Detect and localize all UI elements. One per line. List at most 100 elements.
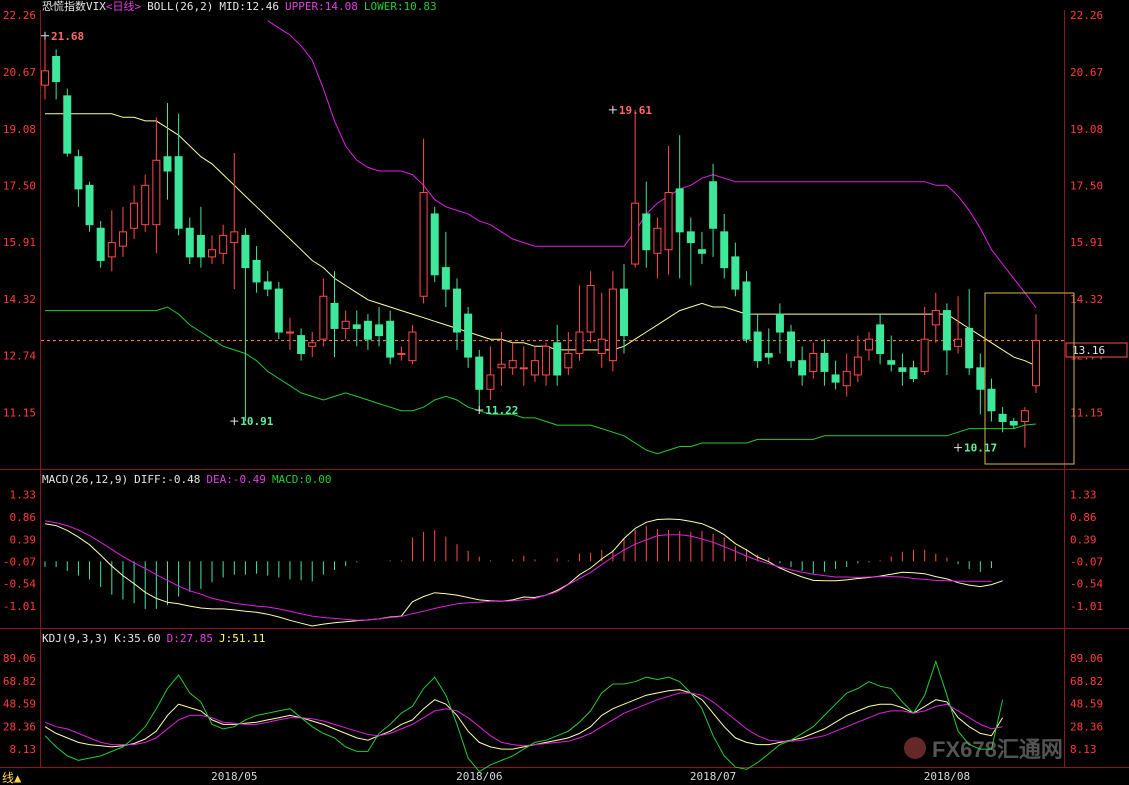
candle: [74, 149, 83, 207]
candle: [452, 278, 461, 350]
candle: [152, 117, 161, 254]
bottom-left-label[interactable]: 线▲: [2, 771, 22, 785]
macd-tick-left: 0.39: [10, 533, 37, 546]
candle-body: [909, 367, 918, 380]
candle-body: [152, 159, 161, 226]
candle: [809, 342, 818, 379]
price-axis-ticks: 22.26 22.26 20.67 20.67 19.08 19.08 17.50 17.50…: [3, 9, 1104, 420]
kdj-j-line: [44, 659, 1004, 773]
macd-tick-right: -0.07: [1070, 555, 1103, 568]
candle-body: [63, 95, 72, 154]
candle-body: [285, 331, 294, 334]
date-label: 2018/08: [924, 770, 970, 783]
candle-body: [1032, 340, 1040, 387]
macd-tick-left: 1.33: [10, 489, 37, 502]
candle: [720, 213, 729, 279]
candle-body: [764, 352, 773, 358]
candle: [853, 335, 862, 383]
date-label: 2018/05: [211, 770, 257, 783]
candle-body: [664, 191, 673, 251]
price-tick-left: 22.26: [3, 9, 36, 22]
price-tick-left: 15.91: [3, 236, 36, 249]
candle: [597, 292, 606, 368]
candle-body: [74, 156, 83, 190]
boll-upper-line: [267, 20, 1037, 308]
date-label: 2018/07: [690, 770, 736, 783]
candle: [653, 217, 662, 279]
macd-panel: [44, 518, 1003, 627]
kdj-j: J:51.11: [219, 632, 265, 645]
candle-body: [397, 352, 406, 355]
candle: [285, 317, 294, 350]
candle: [219, 224, 228, 265]
highlight-box: [984, 292, 1075, 465]
candle-body: [352, 324, 361, 329]
candle: [163, 103, 172, 200]
candle: [931, 292, 940, 343]
candle-body: [163, 156, 172, 172]
candle-body: [586, 285, 595, 333]
price-tick-right: 15.91: [1070, 236, 1103, 249]
candle-body: [608, 288, 617, 362]
candle-body: [341, 320, 350, 329]
candle-body: [508, 360, 517, 369]
macd-tick-left: -1.01: [3, 600, 36, 613]
date-label: 2018/06: [456, 770, 502, 783]
candle-body: [653, 227, 662, 254]
candle: [775, 303, 784, 354]
candle: [1020, 407, 1029, 448]
candle-body: [375, 324, 384, 337]
candle-body: [1009, 420, 1018, 426]
candle: [909, 360, 918, 383]
candle: [542, 342, 551, 386]
candle-body: [542, 345, 551, 376]
candle: [341, 310, 350, 340]
candle-body: [597, 338, 606, 354]
macd-dea: DEA:-0.49: [206, 473, 266, 486]
candle-body: [787, 331, 796, 362]
macd-tick-left: -0.07: [3, 555, 36, 568]
candle: [330, 271, 339, 358]
kdj-tick-left: 48.59: [3, 698, 36, 711]
current-price-tag: 13.16: [1065, 342, 1128, 358]
candle: [107, 210, 116, 272]
annotation-label: 21.68: [51, 30, 84, 43]
candle-body: [742, 281, 751, 340]
candle: [519, 346, 528, 386]
price-tick-right: 19.08: [1070, 123, 1103, 136]
candle: [820, 339, 829, 386]
kdj-tick-right: 89.06: [1070, 652, 1103, 665]
candle: [274, 281, 283, 340]
kdj-tick-left: 8.13: [10, 743, 37, 756]
candle-body: [274, 288, 283, 333]
candle: [464, 306, 473, 368]
candle: [185, 217, 194, 265]
candle: [375, 306, 384, 347]
candle-body: [452, 288, 461, 333]
candle-body: [631, 202, 640, 265]
macd-title: MACD(26,12,9): [42, 473, 128, 486]
candle: [1009, 417, 1018, 429]
candle: [419, 138, 428, 304]
candle-body: [798, 360, 807, 376]
candle: [976, 353, 985, 415]
candle-body: [965, 327, 974, 369]
candle-body: [464, 313, 473, 358]
candle: [842, 353, 851, 397]
kdj-title: KDJ(9,3,3): [42, 632, 108, 645]
candle-body: [386, 320, 395, 358]
candle-body: [196, 234, 205, 258]
candle: [876, 314, 885, 365]
kdj-panel: [44, 659, 1004, 773]
candle: [564, 332, 573, 375]
panel-frames: [0, 10, 1129, 768]
candle-body: [775, 313, 784, 333]
candle: [620, 264, 629, 354]
candle-body: [519, 367, 528, 370]
candle: [954, 296, 963, 354]
candle: [920, 306, 929, 375]
candle-body: [697, 249, 706, 254]
candle: [252, 246, 261, 293]
candle: [753, 314, 762, 368]
candle: [942, 303, 951, 375]
